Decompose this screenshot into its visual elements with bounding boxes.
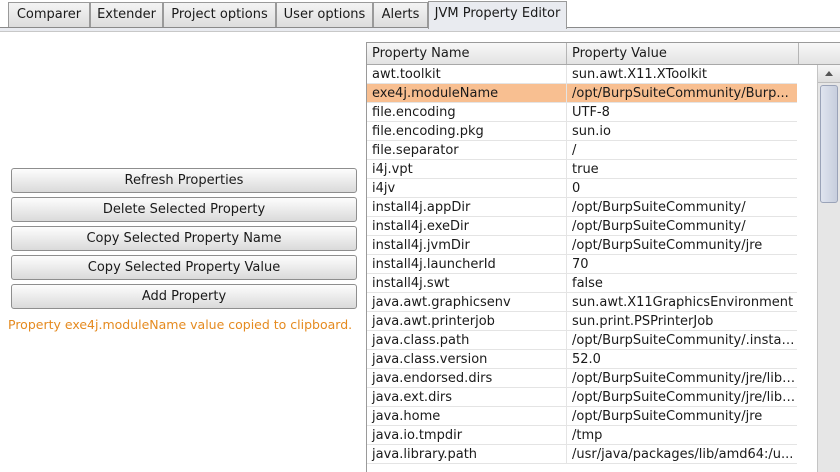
table-row[interactable]: java.home/opt/BurpSuiteCommunity/jre — [367, 407, 797, 426]
property-name-cell[interactable]: install4j.swt — [367, 274, 567, 293]
property-name-cell[interactable]: install4j.jvmDir — [367, 236, 567, 255]
property-name-cell[interactable]: i4j.vpt — [367, 160, 567, 179]
scrollbar-thumb[interactable] — [820, 85, 838, 203]
table-row[interactable]: install4j.swt false — [367, 274, 797, 293]
property-value-cell[interactable]: false — [567, 274, 797, 293]
table-row[interactable]: java.class.path/opt/BurpSuiteCommunity/.… — [367, 331, 797, 350]
table-row[interactable]: i4j.vpt true — [367, 160, 797, 179]
table-row[interactable]: java.awt.graphicsenv sun.awt.X11GraphicsE… — [367, 293, 797, 312]
property-name-cell[interactable]: java.awt.printerjob — [367, 312, 567, 331]
property-value-cell[interactable]: sun.print.PSPrinterJob — [567, 312, 797, 331]
property-value-cell[interactable]: /opt/BurpSuiteCommunity/jre — [567, 407, 797, 426]
property-name-cell[interactable]: java.ext.dirs — [367, 388, 567, 407]
property-value-cell[interactable]: 70 — [567, 255, 797, 274]
delete-selected-property-button[interactable]: Delete Selected Property — [11, 197, 357, 222]
property-name-cell[interactable]: install4j.launcherId — [367, 255, 567, 274]
property-value-cell[interactable]: /opt/BurpSuiteCommunity/.instal... — [567, 331, 797, 350]
refresh-properties-button[interactable]: Refresh Properties — [11, 168, 357, 193]
property-name-cell[interactable]: exe4j.moduleName — [367, 84, 567, 103]
table-row[interactable]: java.ext.dirs/opt/BurpSuiteCommunity/jre… — [367, 388, 797, 407]
table-row[interactable]: exe4j.moduleName/opt/BurpSuiteCommunity/… — [367, 84, 797, 103]
copy-property-value-button[interactable]: Copy Selected Property Value — [11, 255, 357, 280]
table-body: awt.toolkit sun.awt.X11.XToolkit exe4j.mod… — [367, 65, 797, 464]
property-value-cell[interactable]: UTF-8 — [567, 103, 797, 122]
tab-alerts[interactable]: Alerts — [373, 2, 428, 28]
tab-jvm-property-editor[interactable]: JVM Property Editor — [428, 1, 567, 29]
table-row[interactable]: file.encoding.pkg sun.io — [367, 122, 797, 141]
property-value-cell[interactable]: 0 — [567, 179, 797, 198]
property-value-cell[interactable]: sun.awt.X11GraphicsEnvironment — [567, 293, 797, 312]
tab-extender[interactable]: Extender — [90, 2, 163, 28]
property-value-cell[interactable]: /opt/BurpSuiteCommunity/Burp... — [567, 84, 797, 103]
property-name-cell[interactable]: java.library.path — [367, 445, 567, 464]
column-header-property-value[interactable]: Property Value — [567, 43, 799, 64]
table-row[interactable]: java.class.version 52.0 — [367, 350, 797, 369]
property-value-cell[interactable]: /tmp — [567, 426, 797, 445]
property-value-cell[interactable]: /opt/BurpSuiteCommunity/jre/lib/... — [567, 369, 797, 388]
tab-user-options[interactable]: User options — [276, 2, 373, 28]
property-name-cell[interactable]: install4j.appDir — [367, 198, 567, 217]
property-value-cell[interactable]: / — [567, 141, 797, 160]
property-name-cell[interactable]: install4j.exeDir — [367, 217, 567, 236]
table-row[interactable]: java.endorsed.dirs/opt/BurpSuiteCommunit… — [367, 369, 797, 388]
table-row[interactable]: java.library.path/usr/java/packages/lib/… — [367, 445, 797, 464]
copy-property-name-button[interactable]: Copy Selected Property Name — [11, 226, 357, 251]
property-value-cell[interactable]: 52.0 — [567, 350, 797, 369]
property-value-cell[interactable]: /opt/BurpSuiteCommunity/jre — [567, 236, 797, 255]
property-name-cell[interactable]: file.encoding.pkg — [367, 122, 567, 141]
property-name-cell[interactable]: file.separator — [367, 141, 567, 160]
property-value-cell[interactable]: sun.awt.X11.XToolkit — [567, 65, 797, 84]
table-row[interactable]: install4j.exeDir/opt/BurpSuiteCommunity/ — [367, 217, 797, 236]
table-header: Property Name Property Value — [367, 43, 840, 65]
table-row[interactable]: awt.toolkit sun.awt.X11.XToolkit — [367, 65, 797, 84]
property-value-cell[interactable]: sun.io — [567, 122, 797, 141]
property-name-cell[interactable]: java.class.path — [367, 331, 567, 350]
tab-panel-edge — [0, 28, 840, 32]
table-row[interactable]: i4jv 0 — [367, 179, 797, 198]
vertical-scrollbar[interactable] — [817, 65, 840, 472]
property-name-cell[interactable]: java.io.tmpdir — [367, 426, 567, 445]
tab-comparer[interactable]: Comparer — [8, 2, 90, 28]
property-value-cell[interactable]: /usr/java/packages/lib/amd64:/u... — [567, 445, 797, 464]
property-value-cell[interactable]: /opt/BurpSuiteCommunity/ — [567, 198, 797, 217]
status-message: Property exe4j.moduleName value copied t… — [8, 317, 353, 332]
property-name-cell[interactable]: java.endorsed.dirs — [367, 369, 567, 388]
table-row[interactable]: java.io.tmpdir/tmp — [367, 426, 797, 445]
column-header-property-name[interactable]: Property Name — [367, 43, 567, 64]
property-table: Property Name Property Value awt.toolkit… — [366, 42, 840, 472]
property-name-cell[interactable]: java.awt.graphicsenv — [367, 293, 567, 312]
tab-bar: Comparer Extender Project options User o… — [0, 0, 840, 29]
table-row[interactable]: java.awt.printerjob sun.print.PSPrinterJo… — [367, 312, 797, 331]
table-row[interactable]: file.separator / — [367, 141, 797, 160]
table-row[interactable]: install4j.launcherId 70 — [367, 255, 797, 274]
property-value-cell[interactable]: /opt/BurpSuiteCommunity/ — [567, 217, 797, 236]
table-row[interactable]: file.encoding UTF-8 — [367, 103, 797, 122]
property-name-cell[interactable]: awt.toolkit — [367, 65, 567, 84]
property-name-cell[interactable]: file.encoding — [367, 103, 567, 122]
add-property-button[interactable]: Add Property — [11, 284, 357, 309]
property-value-cell[interactable]: true — [567, 160, 797, 179]
property-value-cell[interactable]: /opt/BurpSuiteCommunity/jre/lib/... — [567, 388, 797, 407]
tab-project-options[interactable]: Project options — [163, 2, 276, 28]
property-name-cell[interactable]: java.class.version — [367, 350, 567, 369]
table-row[interactable]: install4j.jvmDir/opt/BurpSuiteCommunity/… — [367, 236, 797, 255]
property-name-cell[interactable]: java.home — [367, 407, 567, 426]
chevron-up-icon[interactable] — [818, 65, 840, 83]
table-row[interactable]: install4j.appDir/opt/BurpSuiteCommunity/ — [367, 198, 797, 217]
property-name-cell[interactable]: i4jv — [367, 179, 567, 198]
